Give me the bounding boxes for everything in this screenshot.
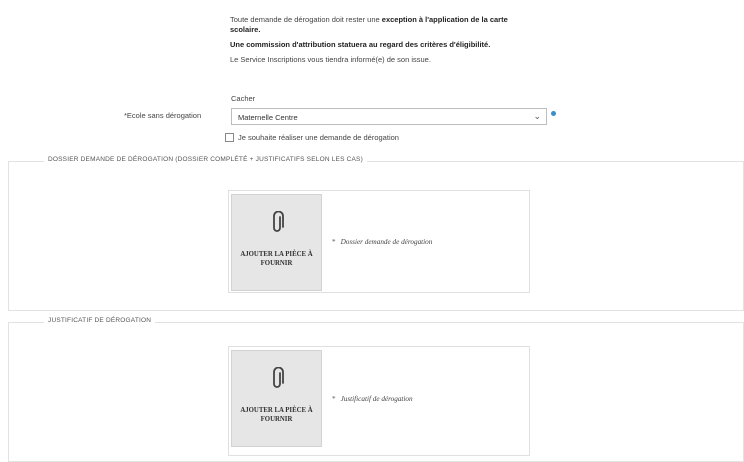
required-mark: *	[332, 238, 336, 246]
hide-link[interactable]: Cacher	[231, 94, 255, 103]
school-select[interactable]: Maternelle Centre ⌄	[231, 108, 547, 125]
info-line1-text: Toute demande de dérogation doit rester …	[230, 15, 382, 24]
required-mark: *	[332, 395, 336, 403]
dossier-document-text: Dossier demande de dérogation	[340, 238, 433, 246]
justificatif-document-label: * Justificatif de dérogation	[332, 395, 413, 403]
justificatif-legend: JUSTIFICATIF DE DÉROGATION	[44, 317, 156, 324]
paperclip-icon	[272, 210, 284, 232]
dossier-document-label: * Dossier demande de dérogation	[332, 238, 432, 246]
justificatif-document-text: Justificatif de dérogation	[340, 395, 413, 403]
paperclip-icon	[272, 366, 284, 388]
derogation-info-line1: Toute demande de dérogation doit rester …	[230, 15, 550, 35]
school-field-label: *Ecole sans dérogation	[124, 111, 202, 120]
info-line1-bold: exception à l'application de la carte	[381, 15, 508, 24]
derogation-checkbox[interactable]	[225, 133, 234, 142]
dossier-derogation-legend: DOSSIER DEMANDE DE DÉROGATION (DOSSIER C…	[44, 156, 367, 163]
upload-dossier-button[interactable]: AJOUTER LA PIÈCE À FOURNIR	[231, 194, 322, 291]
info-line1-bold-cont: scolaire.	[230, 25, 261, 34]
upload-dossier-label: AJOUTER LA PIÈCE À FOURNIR	[240, 251, 313, 267]
info-line2-text: Une commission d'attribution statuera au…	[230, 40, 491, 49]
chevron-down-icon: ⌄	[533, 111, 541, 121]
derogation-checkbox-label[interactable]: Je souhaite réaliser une demande de déro…	[238, 133, 399, 142]
school-select-value: Maternelle Centre	[238, 113, 298, 122]
upload-justificatif-button[interactable]: AJOUTER LA PIÈCE À FOURNIR	[231, 350, 322, 447]
derogation-info-line2: Une commission d'attribution statuera au…	[230, 40, 490, 50]
upload-justificatif-label: AJOUTER LA PIÈCE À FOURNIR	[240, 407, 313, 423]
derogation-info-line3: Le Service Inscriptions vous tiendra inf…	[230, 55, 431, 64]
info-icon[interactable]	[551, 111, 556, 116]
